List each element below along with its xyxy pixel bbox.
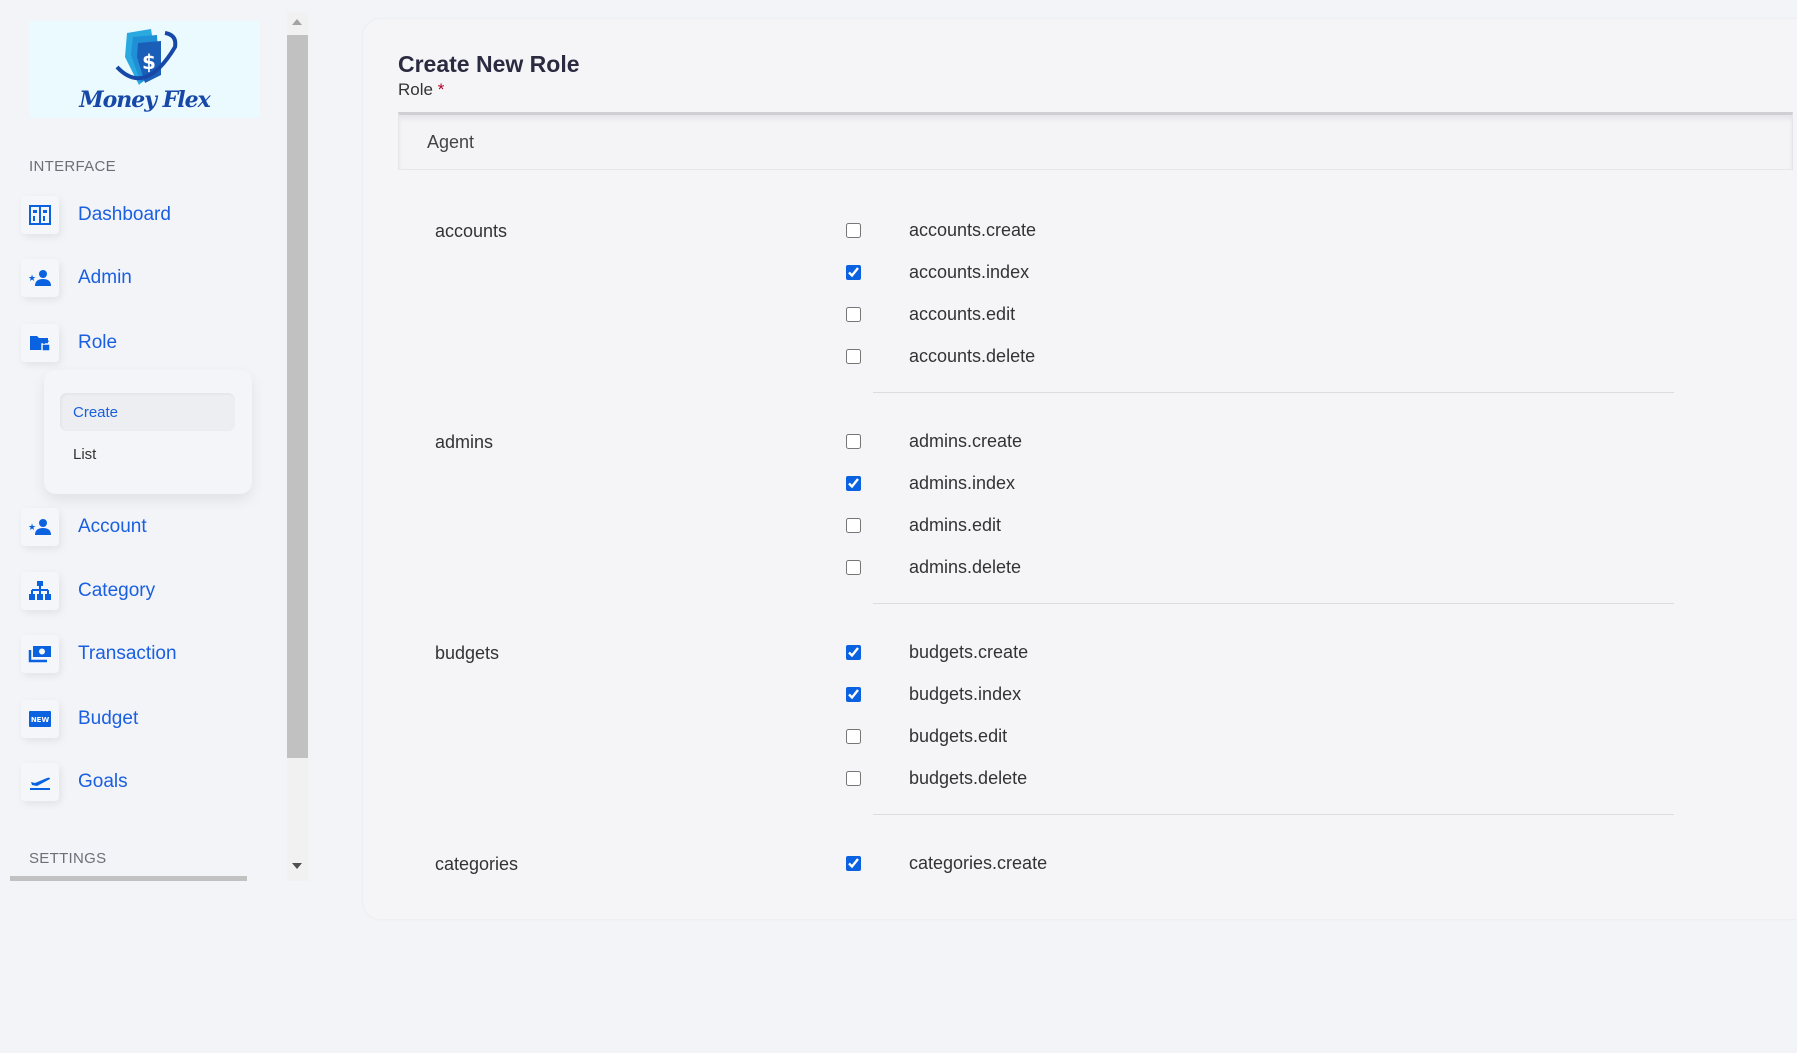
permission-checkbox[interactable] [846, 433, 861, 449]
permission-row[interactable]: admins.index [844, 462, 1015, 504]
permission-row[interactable]: categories.create [844, 842, 1047, 884]
group-name: admins [435, 432, 494, 452]
permission-row[interactable]: budgets.index [844, 673, 1021, 715]
section-label-settings: SETTINGS [29, 850, 107, 867]
user-star-icon: ★ [21, 259, 59, 297]
group-name: accounts [435, 221, 508, 241]
sitemap-icon [21, 572, 59, 610]
flight-takeoff-icon [21, 763, 59, 801]
sidebar-item-label: Dashboard [78, 204, 171, 225]
permission-row[interactable]: accounts.edit [844, 293, 1015, 335]
scroll-up-arrow-icon[interactable] [292, 19, 302, 25]
role-name-input[interactable] [398, 112, 1793, 170]
permission-checkbox[interactable] [846, 517, 861, 533]
permission-checkbox[interactable] [846, 475, 861, 491]
permission-label: categories.create [909, 852, 1048, 873]
permission-row[interactable]: budgets.delete [844, 757, 1027, 799]
new-badge-icon: NEW [21, 700, 59, 738]
group-divider [873, 392, 1674, 393]
sidebar-item-label: Admin [78, 267, 132, 288]
permission-label: accounts.edit [909, 303, 1016, 324]
svg-text:NEW: NEW [31, 716, 50, 724]
sidebar-item-account[interactable]: ★ Account [21, 507, 147, 547]
group-name: budgets [435, 643, 500, 663]
permission-label: admins.create [909, 430, 1023, 451]
sidebar-item-label: Transaction [78, 643, 177, 664]
group-name: categories [435, 854, 519, 874]
role-field-label: Role * [398, 80, 444, 100]
sidebar-item-transaction[interactable]: Transaction [21, 634, 177, 674]
sidebar: $ Money Flex INTERFACE Dashboard ★ Admin… [0, 0, 310, 881]
permission-group-categories: categories categories.create [398, 842, 1698, 1053]
permission-label: budgets.index [909, 683, 1022, 704]
permission-row[interactable]: budgets.edit [844, 715, 1007, 757]
folder-lock-icon [21, 324, 59, 362]
permission-row[interactable]: accounts.index [844, 251, 1029, 293]
group-divider [873, 814, 1674, 815]
section-label-interface: INTERFACE [29, 158, 116, 175]
permission-group-budgets: budgets budgets.create budgets.index budget… [398, 631, 1698, 842]
permission-row[interactable]: accounts.create [844, 209, 1036, 251]
sidebar-item-admin[interactable]: ★ Admin [21, 258, 132, 298]
permission-checkbox[interactable] [846, 855, 861, 871]
permission-group-accounts: accounts accounts.create accounts.index acc… [398, 209, 1698, 420]
role-submenu: Create List [44, 370, 252, 494]
permission-checkbox[interactable] [846, 728, 861, 744]
scroll-down-arrow-icon[interactable] [292, 863, 302, 869]
money-flex-logo[interactable]: $ Money Flex [29, 21, 260, 118]
scrollbar-thumb[interactable] [287, 35, 308, 758]
permission-checkbox[interactable] [846, 348, 861, 364]
permission-group-admins: admins admins.create admins.index admins.ed… [398, 420, 1698, 631]
sidebar-item-label: Role [78, 332, 118, 353]
permission-row[interactable]: budgets.create [844, 631, 1028, 673]
money-wallet-logo-icon: $ [115, 28, 177, 85]
sidebar-scrollbar[interactable] [287, 12, 308, 881]
svg-text:★: ★ [28, 522, 36, 532]
sidebar-item-label: Account [78, 516, 147, 537]
permission-checkbox[interactable] [846, 686, 861, 702]
permission-row[interactable]: admins.create [844, 420, 1022, 462]
page-title: Create New Role [398, 51, 580, 77]
permission-label: budgets.edit [909, 725, 1008, 746]
sidebar-item-label: Budget [78, 708, 139, 729]
logo-text: Money Flex [79, 86, 211, 113]
permission-row[interactable]: accounts.delete [844, 335, 1035, 377]
permission-label: admins.delete [909, 556, 1022, 577]
user-star-icon: ★ [21, 508, 59, 546]
permission-row[interactable]: admins.delete [844, 546, 1021, 588]
svg-text:★: ★ [28, 273, 36, 283]
permission-label: admins.index [909, 472, 1016, 493]
sidebar-item-goals[interactable]: Goals [21, 762, 128, 802]
sidebar-item-category[interactable]: Category [21, 571, 155, 611]
horizontal-scrollbar-thumb[interactable] [10, 876, 247, 881]
permission-label: accounts.create [909, 219, 1037, 240]
permission-checkbox[interactable] [846, 222, 861, 238]
dashboard-icon [21, 196, 59, 234]
sidebar-item-role[interactable]: Role [21, 323, 117, 363]
permission-label: admins.edit [909, 514, 1002, 535]
money-icon [21, 635, 59, 673]
submenu-item-list[interactable]: List [73, 446, 96, 463]
permission-label: budgets.delete [909, 767, 1028, 788]
sidebar-item-label: Category [78, 580, 156, 601]
permission-label: budgets.create [909, 641, 1029, 662]
permission-checkbox[interactable] [846, 559, 861, 575]
permission-groups: accounts accounts.create accounts.index acc… [398, 209, 1698, 1053]
submenu-item-create[interactable]: Create [60, 393, 235, 431]
permission-checkbox[interactable] [846, 264, 861, 280]
permission-checkbox[interactable] [846, 306, 861, 322]
group-divider [873, 603, 1674, 604]
permission-checkbox[interactable] [846, 770, 861, 786]
sidebar-item-label: Goals [78, 771, 128, 792]
permission-label: accounts.delete [909, 345, 1036, 366]
permission-checkbox[interactable] [846, 644, 861, 660]
role-label-text: Role [398, 80, 433, 99]
permission-row[interactable]: admins.edit [844, 504, 1001, 546]
required-mark: * [437, 80, 445, 99]
permission-label: accounts.index [909, 261, 1030, 282]
sidebar-item-dashboard[interactable]: Dashboard [21, 195, 171, 235]
sidebar-item-budget[interactable]: NEW Budget [21, 699, 138, 739]
